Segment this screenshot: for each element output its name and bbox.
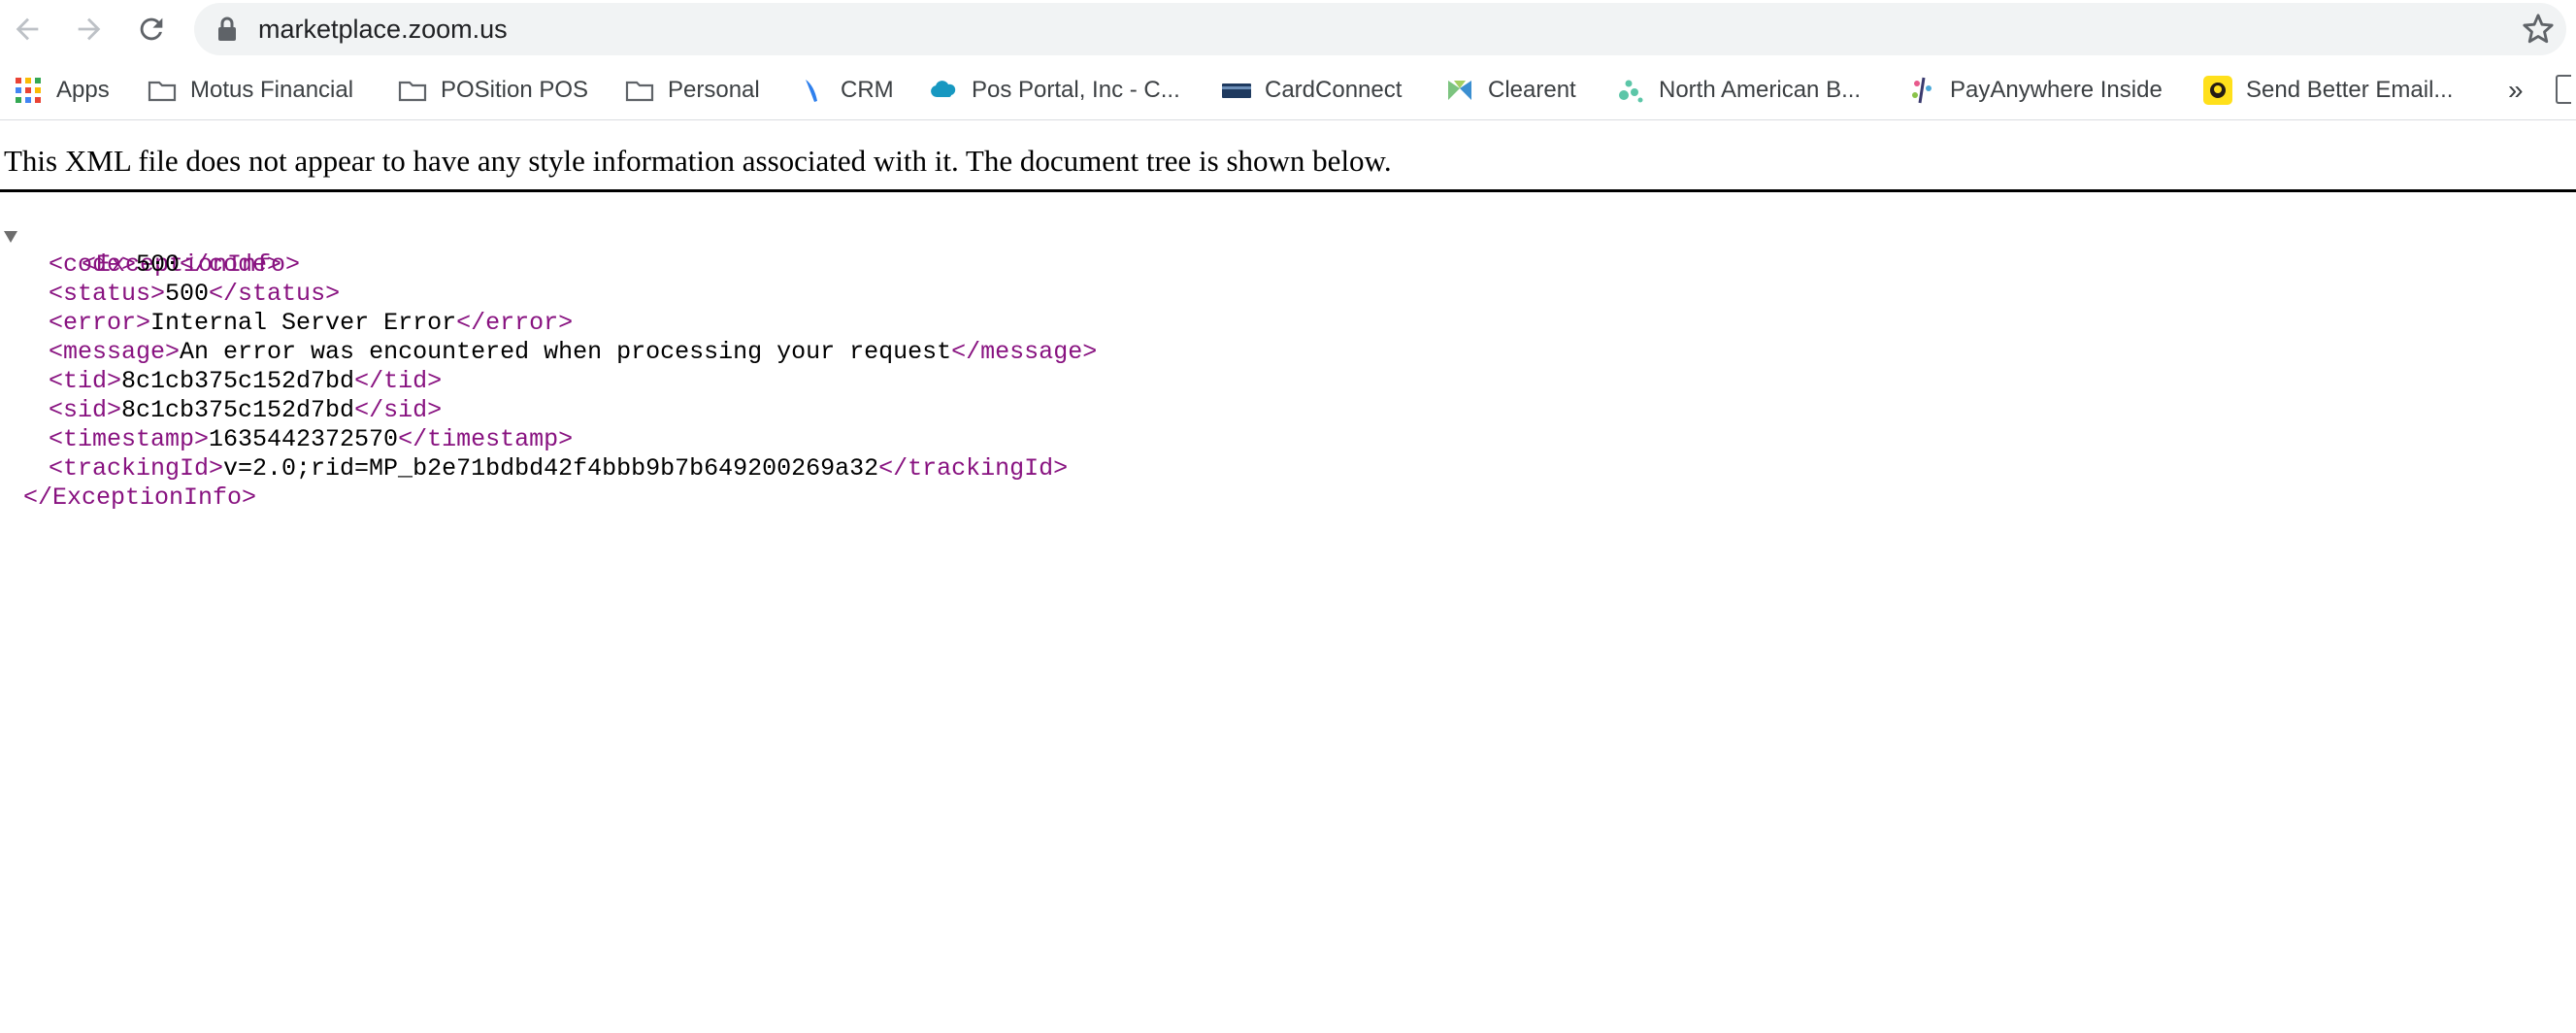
bookmark-folder-position-pos[interactable]: POSition POS xyxy=(398,61,588,119)
card-icon xyxy=(1222,76,1251,105)
xml-tag-close: </trackingId> xyxy=(878,454,1069,483)
bookmark-label: CRM xyxy=(841,77,894,103)
address-bar[interactable]: marketplace.zoom.us xyxy=(194,3,2566,55)
bookmark-label: North American B... xyxy=(1659,77,1862,103)
collapse-toggle-icon[interactable] xyxy=(4,231,17,243)
xml-element-error: <error>Internal Server Error</error> xyxy=(0,309,1097,338)
apps-grid-icon xyxy=(14,76,43,105)
xml-tag-close: </tid> xyxy=(354,367,443,395)
xml-element-trackingid: <trackingId>v=2.0;rid=MP_b2e71bdbd42f4bb… xyxy=(0,454,1097,483)
arrow-left-icon xyxy=(16,17,39,41)
xml-root-close-line: </ExceptionInfo> xyxy=(0,483,1097,513)
bookmarks-bar: Apps Motus Financial POSition POS Person… xyxy=(0,61,2576,120)
bookmark-label: PayAnywhere Inside xyxy=(1950,77,2163,103)
bookmark-cardconnect[interactable]: CardConnect xyxy=(1222,61,1402,119)
xml-value: v=2.0;rid=MP_b2e71bdbd42f4bbb9b7b6492002… xyxy=(223,454,879,483)
bookmark-label: Motus Financial xyxy=(190,77,354,103)
xml-tag-close: </status> xyxy=(209,280,341,308)
folder-icon xyxy=(398,76,427,105)
forward-button[interactable] xyxy=(66,6,113,52)
xml-element-tid: <tid>8c1cb375c152d7bd</tid> xyxy=(0,367,1097,396)
bookmark-payanywhere-inside[interactable]: PayAnywhere Inside xyxy=(1907,61,2163,119)
xml-tag-open: <tid> xyxy=(49,367,122,395)
dots-logo-icon xyxy=(1616,76,1645,105)
xml-tag-open: <timestamp> xyxy=(49,425,210,453)
xml-tag-open: <sid> xyxy=(49,396,122,424)
xml-tag-open: <trackingId> xyxy=(49,454,224,483)
back-button[interactable] xyxy=(4,6,50,52)
xml-element-message: <message>An error was encountered when p… xyxy=(0,338,1097,367)
xml-tree: <ExceptionInfo> <code>500</code> <status… xyxy=(0,221,1097,513)
crm-feather-icon xyxy=(798,76,827,105)
bookmark-folder-motus-financial[interactable]: Motus Financial xyxy=(148,61,353,119)
xml-element-sid: <sid>8c1cb375c152d7bd</sid> xyxy=(0,396,1097,425)
xml-value: 8c1cb375c152d7bd xyxy=(121,367,355,395)
xml-tag-close: </timestamp> xyxy=(398,425,574,453)
xml-tag-close: </message> xyxy=(951,338,1098,366)
xml-info-message: This XML file does not appear to have an… xyxy=(4,144,1392,178)
bookmark-apps[interactable]: Apps xyxy=(14,61,110,119)
folder-icon xyxy=(148,76,177,105)
bookmark-label: Send Better Email... xyxy=(2246,77,2454,103)
xml-element-timestamp: <timestamp>1635442372570</timestamp> xyxy=(0,425,1097,454)
xml-value: Internal Server Error xyxy=(150,309,457,337)
reload-icon xyxy=(140,17,163,41)
lock-icon[interactable] xyxy=(215,16,239,43)
xml-value: 1635442372570 xyxy=(209,425,399,453)
xml-tag-close: </ExceptionInfo> xyxy=(23,483,257,512)
bookmark-north-american-b[interactable]: North American B... xyxy=(1616,61,1861,119)
xml-tag-close: </sid> xyxy=(354,396,443,424)
xml-tag-close: </error> xyxy=(456,309,574,337)
arrow-right-icon xyxy=(78,17,101,41)
xml-element-code: <code>500</code> xyxy=(0,250,1097,280)
bookmark-folder-personal[interactable]: Personal xyxy=(625,61,760,119)
bookmark-label: Apps xyxy=(56,77,110,103)
star-outline-icon[interactable] xyxy=(2522,13,2555,46)
bookmark-pos-portal[interactable]: Pos Portal, Inc - C... xyxy=(929,61,1180,119)
reload-button[interactable] xyxy=(128,6,175,52)
xml-root-open-line[interactable]: <ExceptionInfo> xyxy=(0,221,1097,279)
bookmark-label: CardConnect xyxy=(1265,77,1403,103)
clearent-logo-icon xyxy=(1445,76,1474,105)
xml-tag-open: <code> xyxy=(49,250,137,279)
payanywhere-logo-icon xyxy=(1907,76,1936,105)
folder-icon xyxy=(625,76,654,105)
mailchimp-logo-icon xyxy=(2203,76,2232,105)
url-text[interactable]: marketplace.zoom.us xyxy=(258,3,508,55)
xml-value: 500 xyxy=(136,250,181,279)
bookmark-label: Clearent xyxy=(1488,77,1576,103)
bookmark-label: Personal xyxy=(668,77,760,103)
xml-tag-close: </code> xyxy=(180,250,282,279)
bookmark-label: Pos Portal, Inc - C... xyxy=(972,77,1180,103)
more-bookmarks-button[interactable]: » xyxy=(2508,61,2524,119)
xml-info-banner: This XML file does not appear to have an… xyxy=(0,120,2576,192)
xml-value: An error was encountered when processing… xyxy=(180,338,952,366)
xml-tag-open: <error> xyxy=(49,309,151,337)
xml-element-status: <status>500</status> xyxy=(0,280,1097,309)
xml-tag-open: <message> xyxy=(49,338,181,366)
bookmark-label: POSition POS xyxy=(441,77,589,103)
bookmark-crm[interactable]: CRM xyxy=(798,61,894,119)
browser-toolbar: marketplace.zoom.us xyxy=(0,0,2576,58)
xml-value: 8c1cb375c152d7bd xyxy=(121,396,355,424)
cloud-icon xyxy=(929,76,958,105)
xml-value: 500 xyxy=(165,280,210,308)
bookmark-clearent[interactable]: Clearent xyxy=(1445,61,1576,119)
bookmark-send-better-email[interactable]: Send Better Email... xyxy=(2203,61,2453,119)
other-bookmarks-partial-icon[interactable] xyxy=(2556,75,2571,104)
xml-tag-open: <status> xyxy=(49,280,166,308)
